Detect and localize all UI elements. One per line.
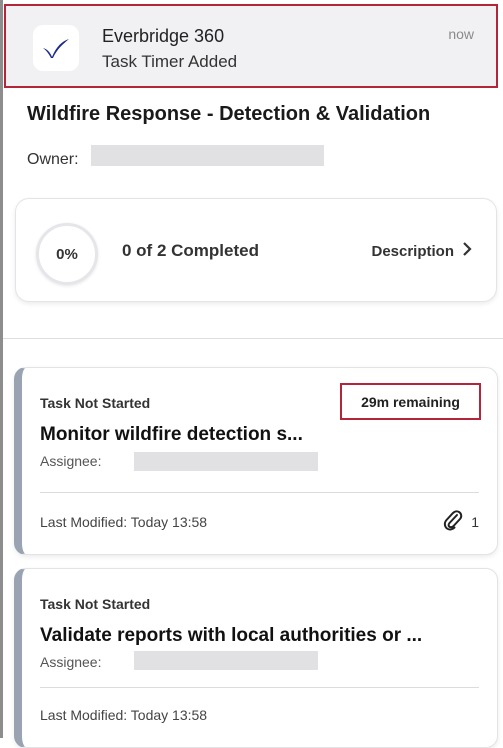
page-title: Wildfire Response - Detection & Validati… xyxy=(27,103,431,125)
paperclip-icon xyxy=(443,509,463,534)
task-card[interactable]: Task Not Started Validate reports with l… xyxy=(14,568,498,748)
push-notification[interactable]: Everbridge 360 Task Timer Added now xyxy=(4,4,498,88)
task-divider xyxy=(40,492,479,493)
owner-redacted-value xyxy=(91,145,324,166)
task-divider xyxy=(40,687,479,688)
assignee-label: Assignee: xyxy=(40,654,102,670)
attachments[interactable]: 1 xyxy=(443,509,479,534)
chevron-right-icon xyxy=(462,242,472,260)
task-name: Validate reports with local authorities … xyxy=(40,625,423,646)
task-timer-badge: 29m remaining xyxy=(340,383,481,420)
section-divider xyxy=(3,338,503,339)
completed-count: 0 of 2 Completed xyxy=(122,241,259,260)
task-status: Task Not Started xyxy=(40,395,151,411)
task-name: Monitor wildfire detection s... xyxy=(40,424,303,445)
everbridge-logo-icon xyxy=(33,25,79,71)
owner-label: Owner: xyxy=(27,151,79,168)
progress-card: 0% 0 of 2 Completed Description xyxy=(15,198,497,302)
notification-app-name: Everbridge 360 xyxy=(102,26,225,46)
task-card[interactable]: Task Not Started 29m remaining Monitor w… xyxy=(14,367,498,555)
attachment-count: 1 xyxy=(471,513,479,530)
assignee-redacted-value xyxy=(134,651,318,670)
last-modified: Last Modified: Today 13:58 xyxy=(40,707,208,723)
assignee-label: Assignee: xyxy=(40,453,102,469)
assignee-redacted-value xyxy=(134,452,318,471)
notification-message: Task Timer Added xyxy=(102,52,238,71)
progress-circle: 0% xyxy=(36,223,98,285)
description-label: Description xyxy=(371,242,454,260)
description-button[interactable]: Description xyxy=(371,242,472,260)
task-status: Task Not Started xyxy=(40,596,151,612)
notification-time: now xyxy=(448,26,474,42)
last-modified: Last Modified: Today 13:58 xyxy=(40,514,208,530)
